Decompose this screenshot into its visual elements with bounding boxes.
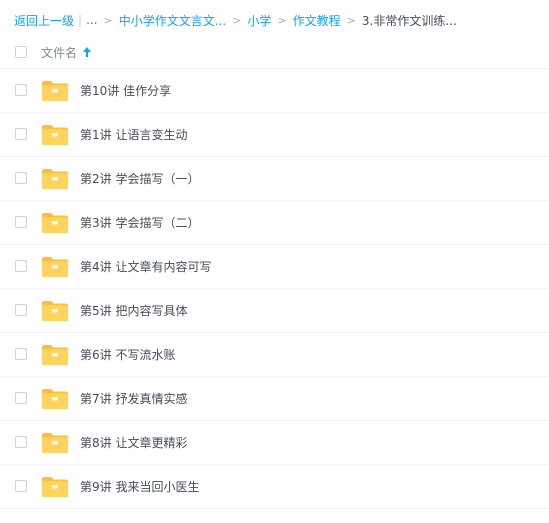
file-name[interactable]: 第5讲 把内容写具体 (80, 302, 187, 319)
breadcrumb-arrow-icon: > (103, 13, 113, 27)
breadcrumb-item-writing-tutorial[interactable]: 作文教程 (293, 12, 341, 29)
file-row[interactable]: 第7讲 抒发真情实感 (0, 377, 549, 421)
file-list-header: 文件名 (0, 36, 549, 69)
file-name[interactable]: 第6讲 不写流水账 (80, 346, 175, 363)
file-row[interactable]: 第3讲 学会描写（二） (0, 201, 549, 245)
file-row[interactable]: 第1讲 让语言变生动 (0, 113, 549, 157)
breadcrumb-arrow-icon: > (232, 13, 242, 27)
file-row[interactable]: 第9讲 我来当回小医生 (0, 465, 549, 509)
file-name[interactable]: 第8讲 让文章更精彩 (80, 434, 187, 451)
row-checkbox[interactable] (15, 480, 27, 492)
back-link[interactable]: 返回上一级 (14, 12, 74, 29)
folder-icon (42, 433, 68, 453)
file-row[interactable]: 第6讲 不写流水账 (0, 333, 549, 377)
file-name[interactable]: 第10讲 佳作分享 (80, 82, 171, 99)
breadcrumb-arrow-icon: > (346, 13, 356, 27)
file-name[interactable]: 第7讲 抒发真情实感 (80, 390, 187, 407)
row-checkbox[interactable] (15, 348, 27, 360)
row-checkbox[interactable] (15, 436, 27, 448)
file-row[interactable]: 第10讲 佳作分享 (0, 69, 549, 113)
folder-icon (42, 81, 68, 101)
folder-icon (42, 169, 68, 189)
breadcrumb-item-primary-middle-school[interactable]: 中小学作文文言文... (119, 12, 226, 29)
breadcrumb-separator-bar: | (78, 13, 83, 27)
folder-icon (42, 213, 68, 233)
sort-ascending-icon[interactable] (82, 45, 92, 59)
file-name[interactable]: 第3讲 学会描写（二） (80, 214, 199, 231)
file-name[interactable]: 第9讲 我来当回小医生 (80, 478, 199, 495)
breadcrumb: 返回上一级 | ... > 中小学作文文言文... > 小学 > 作文教程 > … (14, 10, 457, 30)
row-checkbox[interactable] (15, 84, 27, 96)
file-row[interactable]: 第2讲 学会描写（一） (0, 157, 549, 201)
file-row[interactable]: 第4讲 让文章有内容可写 (0, 245, 549, 289)
folder-icon (42, 125, 68, 145)
breadcrumb-item-primary-school[interactable]: 小学 (247, 12, 271, 29)
column-header-filename[interactable]: 文件名 (41, 44, 77, 61)
row-checkbox[interactable] (15, 304, 27, 316)
folder-icon (42, 301, 68, 321)
breadcrumb-current: 3.非常作文训练... (361, 13, 457, 28)
file-name[interactable]: 第1讲 让语言变生动 (80, 126, 187, 143)
folder-icon (42, 389, 68, 409)
breadcrumb-ellipsis[interactable]: ... (86, 13, 97, 27)
file-name[interactable]: 第4讲 让文章有内容可写 (80, 258, 211, 275)
row-checkbox[interactable] (15, 172, 27, 184)
folder-icon (42, 345, 68, 365)
select-all-checkbox[interactable] (15, 46, 27, 58)
folder-icon (42, 257, 68, 277)
file-row[interactable]: 第8讲 让文章更精彩 (0, 421, 549, 465)
file-row[interactable]: 第5讲 把内容写具体 (0, 289, 549, 333)
row-checkbox[interactable] (15, 216, 27, 228)
folder-icon (42, 477, 68, 497)
row-checkbox[interactable] (15, 392, 27, 404)
breadcrumb-arrow-icon: > (277, 13, 287, 27)
file-name[interactable]: 第2讲 学会描写（一） (80, 170, 199, 187)
file-list: 第10讲 佳作分享 第1讲 让语言变生动 第2讲 学会描写（一） 第3讲 学会描… (0, 69, 549, 509)
row-checkbox[interactable] (15, 260, 27, 272)
row-checkbox[interactable] (15, 128, 27, 140)
